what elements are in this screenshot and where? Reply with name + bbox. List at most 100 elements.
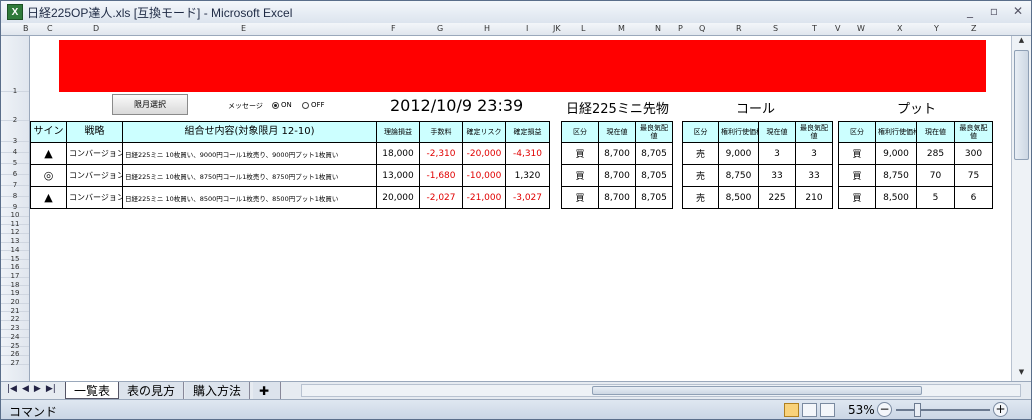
row-header-2[interactable]: 2 [1, 92, 29, 124]
row-header-14[interactable]: 14 [1, 243, 29, 254]
table-row[interactable]: 買 8,750 70 75 [838, 164, 993, 187]
scroll-up-icon[interactable]: ▲ [1012, 36, 1031, 49]
zoom-out-icon[interactable]: − [877, 402, 892, 417]
risk-cell: -20,000 [462, 142, 506, 165]
row-header-10[interactable]: 10 [1, 208, 29, 219]
vertical-scrollbar[interactable]: ▲ ▼ [1011, 36, 1031, 381]
put-strike-cell: 8,750 [875, 164, 917, 187]
column-header-h[interactable]: H [484, 24, 490, 33]
row-header-7[interactable]: 7 [1, 175, 29, 189]
column-header-jk[interactable]: JK [553, 24, 561, 33]
worksheet[interactable]: 限月選択 メッセージ ON OFF 2012/10/9 23:39 日経225ミ… [30, 36, 1011, 381]
row-header-15[interactable]: 15 [1, 252, 29, 263]
table-row[interactable]: ◎ コンバージョン 日経225ミニ 10枚買い、8750円コール1枚売り、875… [30, 164, 550, 187]
excel-app-icon[interactable]: X [7, 4, 23, 20]
table-row[interactable]: 買 9,000 285 300 [838, 142, 993, 165]
row-header-1[interactable]: 1 [1, 36, 29, 95]
table-row[interactable]: 買 8,700 8,705 [561, 164, 673, 187]
zoom-slider-track[interactable] [896, 409, 990, 411]
row-header-19[interactable]: 19 [1, 286, 29, 297]
theory-cell: 20,000 [376, 186, 420, 209]
normal-view-icon[interactable] [784, 403, 799, 417]
row-header-11[interactable]: 11 [1, 217, 29, 228]
column-header-f[interactable]: F [391, 24, 396, 33]
row-header-24[interactable]: 24 [1, 330, 29, 341]
table-row[interactable]: ▲ コンバージョン 日経225ミニ 10枚買い、9000円コール1枚売り、900… [30, 142, 550, 165]
insert-sheet-icon[interactable]: ✚ [253, 382, 281, 399]
row-header-12[interactable]: 12 [1, 225, 29, 236]
prev-sheet-icon[interactable]: ◀ [22, 384, 29, 394]
row-header-23[interactable]: 23 [1, 321, 29, 332]
last-sheet-icon[interactable]: ▶| [46, 384, 56, 394]
tab-purchase-method[interactable]: 購入方法 [185, 382, 251, 399]
column-header-y[interactable]: Y [934, 24, 939, 33]
column-header-z[interactable]: Z [971, 24, 976, 33]
row-header-9[interactable]: 9 [1, 197, 29, 211]
table-row[interactable]: 買 8,700 8,705 [561, 142, 673, 165]
message-on-radio[interactable]: ON [272, 101, 292, 109]
first-sheet-icon[interactable]: |◀ [7, 384, 17, 394]
vertical-scroll-thumb[interactable] [1014, 50, 1029, 160]
column-header-x[interactable]: X [897, 24, 902, 33]
row-header-8[interactable]: 8 [1, 186, 29, 200]
column-header-g[interactable]: G [437, 24, 443, 33]
minimize-icon[interactable]: _ [963, 4, 977, 18]
row-header-6[interactable]: 6 [1, 164, 29, 178]
row-header-22[interactable]: 22 [1, 312, 29, 323]
row-header-3[interactable]: 3 [1, 121, 29, 145]
zoom-in-icon[interactable]: + [993, 402, 1008, 417]
combo-cell: 日経225ミニ 10枚買い、8750円コール1枚売り、8750円プット1枚買い [122, 164, 377, 187]
table-row[interactable]: 売 8,750 33 33 [682, 164, 833, 187]
close-icon[interactable]: ✕ [1011, 4, 1025, 18]
month-select-button[interactable]: 限月選択 [112, 94, 188, 115]
message-off-radio[interactable]: OFF [302, 101, 325, 109]
table-row[interactable]: 売 9,000 3 3 [682, 142, 833, 165]
horizontal-scrollbar[interactable] [301, 384, 1021, 397]
tab-list[interactable]: 一覧表 [65, 382, 120, 399]
radio-selected-icon [272, 101, 279, 109]
column-header-n[interactable]: N [655, 24, 661, 33]
column-header-m[interactable]: M [618, 24, 625, 33]
column-header-c[interactable]: C [47, 24, 53, 33]
horizontal-scroll-thumb[interactable] [592, 386, 922, 395]
column-header-d[interactable]: D [93, 24, 99, 33]
strategy-table: サイン 戦略 組合せ内容(対象限月 12-10) 理論損益 手数料 確定リスク … [30, 121, 550, 209]
row-header-21[interactable]: 21 [1, 304, 29, 315]
row-header-17[interactable]: 17 [1, 269, 29, 280]
column-header-w[interactable]: W [857, 24, 865, 33]
restore-icon[interactable]: ▫ [987, 4, 1001, 18]
row-header-16[interactable]: 16 [1, 260, 29, 271]
scroll-down-icon[interactable]: ▼ [1012, 368, 1031, 381]
column-header-r[interactable]: R [736, 24, 742, 33]
row-header-27[interactable]: 27 [1, 356, 29, 367]
column-header-s[interactable]: S [773, 24, 778, 33]
column-header-e[interactable]: E [241, 24, 246, 33]
sheet-tab-bar: |◀ ◀ ▶ ▶| 一覧表 表の見方 購入方法 ✚ [1, 381, 1031, 399]
row-header-25[interactable]: 25 [1, 339, 29, 350]
row-header-4[interactable]: 4 [1, 142, 29, 156]
row-header-5[interactable]: 5 [1, 153, 29, 167]
window-controls: _ ▫ ✕ [963, 4, 1025, 18]
row-header-13[interactable]: 13 [1, 234, 29, 245]
column-header-l[interactable]: L [581, 24, 585, 33]
column-header-t[interactable]: T [812, 24, 817, 33]
row-header-20[interactable]: 20 [1, 295, 29, 306]
table-row[interactable]: 売 8,500 225 210 [682, 186, 833, 209]
column-header-i[interactable]: I [526, 24, 528, 33]
next-sheet-icon[interactable]: ▶ [34, 384, 41, 394]
put-price-cell: 70 [916, 164, 955, 187]
page-layout-view-icon[interactable] [802, 403, 817, 417]
zoom-slider-thumb[interactable] [914, 403, 921, 417]
table-row[interactable]: ▲ コンバージョン 日経225ミニ 10枚買い、8500円コール1枚売り、850… [30, 186, 550, 209]
table-row[interactable]: 買 8,500 5 6 [838, 186, 993, 209]
column-header-p[interactable]: P [678, 24, 683, 33]
column-header-q[interactable]: Q [699, 24, 705, 33]
tab-how-to-read[interactable]: 表の見方 [119, 382, 185, 399]
row-header-18[interactable]: 18 [1, 278, 29, 289]
column-header-b[interactable]: B [23, 24, 29, 33]
column-header-v[interactable]: V [835, 24, 840, 33]
row-header-26[interactable]: 26 [1, 347, 29, 358]
page-break-view-icon[interactable] [820, 403, 835, 417]
table-row[interactable]: 買 8,700 8,705 [561, 186, 673, 209]
zoom-level[interactable]: 53% [848, 403, 875, 417]
